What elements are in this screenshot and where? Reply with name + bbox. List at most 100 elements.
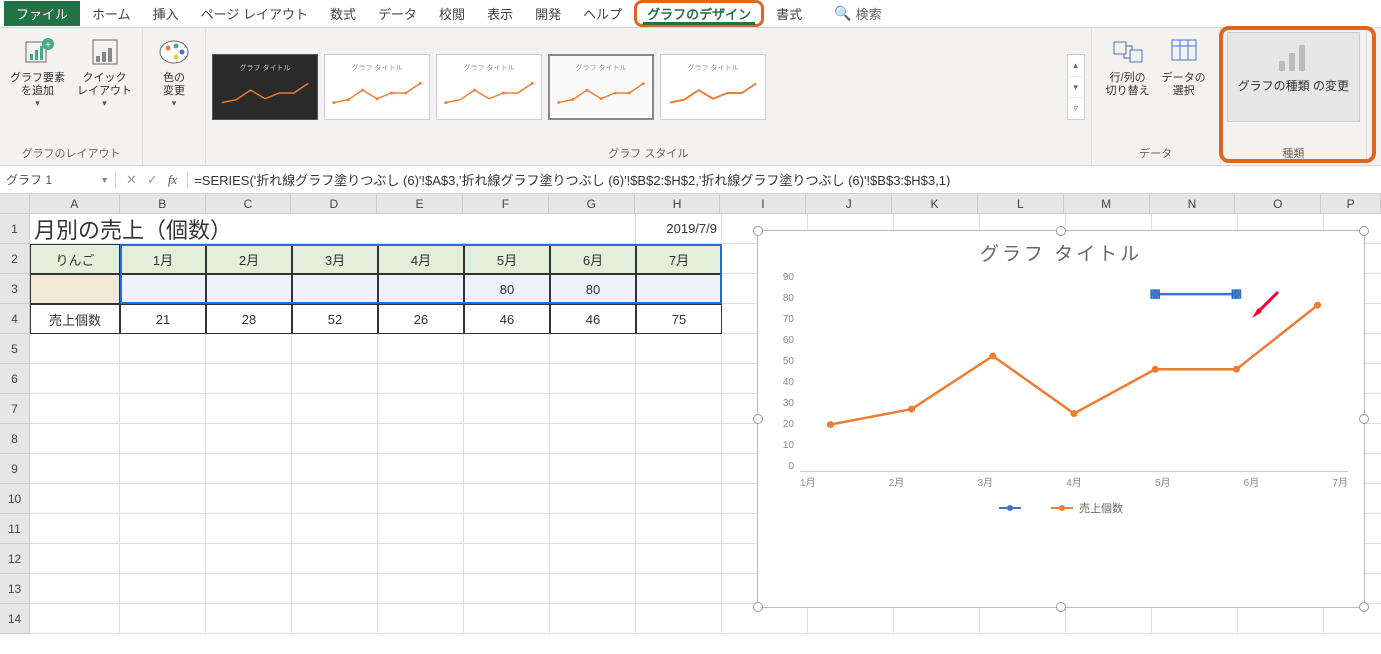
cell[interactable]: 46 [550, 304, 636, 334]
resize-handle-se[interactable] [1359, 602, 1369, 612]
column-header[interactable]: M [1064, 194, 1150, 213]
formula-cancel-button[interactable]: ✕ [126, 172, 137, 188]
cell[interactable] [30, 424, 120, 454]
column-header[interactable]: C [206, 194, 292, 213]
cell[interactable] [636, 334, 722, 364]
cell[interactable] [464, 454, 550, 484]
cell[interactable] [550, 424, 636, 454]
tab-page-layout[interactable]: ページ レイアウト [191, 1, 318, 26]
insert-function-button[interactable]: fx [168, 172, 177, 188]
add-chart-element-button[interactable]: + グラフ要素 を追加 ▾ [6, 32, 69, 111]
cell[interactable]: 4月 [378, 244, 464, 274]
legend-item-series1[interactable] [999, 500, 1027, 516]
cell[interactable]: 52 [292, 304, 378, 334]
cell[interactable] [464, 394, 550, 424]
worksheet[interactable]: ABCDEFGHIJKLMNOP 1234567891011121314 月別の… [0, 194, 1381, 654]
gallery-scroll-up[interactable]: ▴ [1068, 55, 1084, 77]
row-header[interactable]: 1 [0, 214, 29, 244]
cell[interactable] [120, 454, 206, 484]
cell[interactable] [464, 364, 550, 394]
cell[interactable] [1238, 604, 1324, 634]
cell[interactable] [120, 544, 206, 574]
cell[interactable] [636, 274, 722, 304]
cell[interactable] [292, 574, 378, 604]
cell[interactable] [808, 604, 894, 634]
row-header[interactable]: 12 [0, 544, 29, 574]
cell[interactable] [292, 394, 378, 424]
cell[interactable] [30, 274, 120, 304]
tab-chart-design[interactable]: グラフのデザイン [634, 0, 764, 27]
row-header[interactable]: 3 [0, 274, 29, 304]
gallery-expand[interactable]: ▿ [1068, 98, 1084, 119]
title-cell[interactable]: 月別の売上（個数） [30, 214, 636, 244]
cell[interactable] [30, 544, 120, 574]
column-header[interactable]: A [30, 194, 120, 213]
column-header[interactable]: K [892, 194, 978, 213]
formula-enter-button[interactable]: ✓ [147, 172, 158, 188]
cell[interactable] [206, 334, 292, 364]
cell[interactable] [550, 484, 636, 514]
cell[interactable] [636, 454, 722, 484]
name-box[interactable]: グラフ 1 ▼ [0, 171, 116, 188]
cell[interactable]: 7月 [636, 244, 722, 274]
tab-format[interactable]: 書式 [766, 1, 812, 26]
search-box[interactable]: 🔍 検索 [834, 4, 881, 23]
cell[interactable] [30, 334, 120, 364]
tab-file[interactable]: ファイル [4, 1, 80, 26]
column-header[interactable]: P [1321, 194, 1381, 213]
column-header[interactable]: J [806, 194, 892, 213]
cell[interactable] [292, 544, 378, 574]
column-header[interactable]: H [635, 194, 721, 213]
select-all-corner[interactable] [0, 194, 30, 214]
row-header[interactable]: 5 [0, 334, 29, 364]
cell[interactable] [206, 274, 292, 304]
cell[interactable] [206, 544, 292, 574]
cell[interactable] [550, 514, 636, 544]
cell[interactable] [30, 574, 120, 604]
cell[interactable] [464, 484, 550, 514]
chart-style-thumb-2[interactable]: グラフ タイトル [324, 54, 430, 120]
cell[interactable]: 28 [206, 304, 292, 334]
cell[interactable] [378, 514, 464, 544]
cell[interactable]: 3月 [292, 244, 378, 274]
cell[interactable] [550, 604, 636, 634]
row-header[interactable]: 9 [0, 454, 29, 484]
tab-review[interactable]: 校閲 [429, 1, 475, 26]
chart-title[interactable]: グラフ タイトル [766, 239, 1356, 266]
tab-home[interactable]: ホーム [82, 1, 141, 26]
row-header[interactable]: 2 [0, 244, 29, 274]
chart-legend[interactable]: 売上個数 [766, 500, 1356, 516]
row-header[interactable]: 14 [0, 604, 29, 634]
resize-handle-s[interactable] [1056, 602, 1066, 612]
cell[interactable] [120, 604, 206, 634]
column-header[interactable]: G [549, 194, 635, 213]
cell[interactable] [206, 394, 292, 424]
cell[interactable] [550, 334, 636, 364]
cell[interactable] [464, 604, 550, 634]
row-header[interactable]: 4 [0, 304, 29, 334]
chart-plot-area[interactable]: 9080706050403020100 1月2月3月4月5月6月7月 [766, 272, 1356, 492]
quick-layout-button[interactable]: クイック レイアウト ▾ [73, 32, 136, 111]
cell[interactable] [292, 604, 378, 634]
cell[interactable] [378, 574, 464, 604]
cell[interactable] [636, 394, 722, 424]
cell[interactable]: 26 [378, 304, 464, 334]
cell[interactable] [292, 454, 378, 484]
cell[interactable] [636, 514, 722, 544]
column-header[interactable]: E [377, 194, 463, 213]
cell[interactable] [464, 334, 550, 364]
cell[interactable] [1152, 604, 1238, 634]
cell[interactable] [378, 454, 464, 484]
cell[interactable] [636, 544, 722, 574]
cell[interactable] [378, 604, 464, 634]
cell[interactable] [378, 334, 464, 364]
cell[interactable] [292, 424, 378, 454]
cell[interactable]: 2019/7/9 [636, 214, 722, 244]
column-header[interactable]: N [1150, 194, 1236, 213]
gallery-scroll-down[interactable]: ▾ [1068, 77, 1084, 99]
column-header[interactable]: I [720, 194, 806, 213]
cell[interactable] [722, 604, 808, 634]
cell[interactable] [120, 394, 206, 424]
resize-handle-sw[interactable] [753, 602, 763, 612]
column-header[interactable]: L [978, 194, 1064, 213]
